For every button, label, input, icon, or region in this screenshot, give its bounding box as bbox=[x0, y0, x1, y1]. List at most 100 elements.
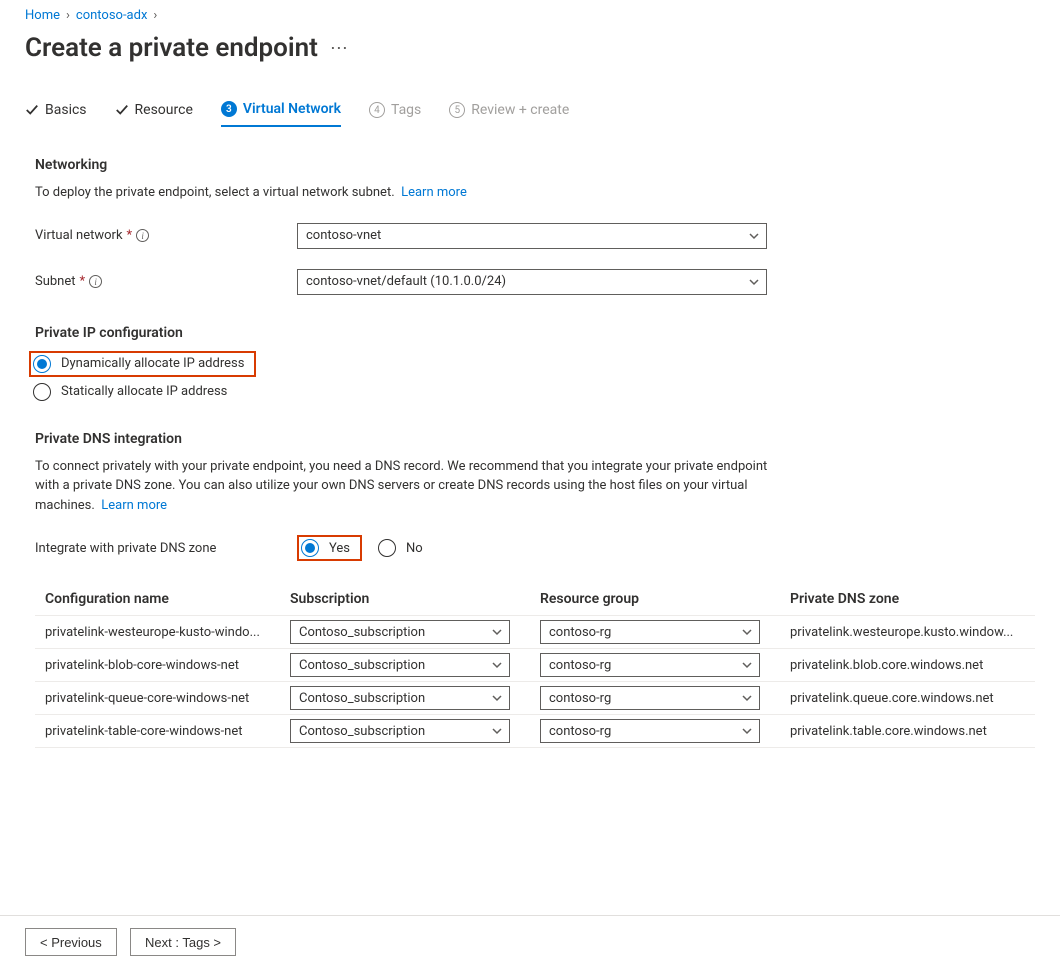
select-value: contoso-rg bbox=[549, 691, 611, 706]
section-networking: Networking To deploy the private endpoin… bbox=[25, 157, 1035, 295]
breadcrumb-cluster[interactable]: contoso-adx bbox=[76, 8, 148, 23]
label-subnet: Subnet * i bbox=[35, 274, 297, 289]
highlight-box: Yes bbox=[297, 535, 362, 561]
chevron-right-icon: › bbox=[66, 8, 70, 23]
required-indicator: * bbox=[80, 274, 86, 289]
cell-config-name: privatelink-queue-core-windows-net bbox=[35, 682, 280, 715]
tab-review-create[interactable]: 5 Review + create bbox=[449, 102, 569, 126]
step-number-icon: 5 bbox=[449, 102, 465, 118]
tab-label: Tags bbox=[391, 102, 421, 118]
label-virtual-network: Virtual network * i bbox=[35, 228, 297, 243]
radio-dynamic-ip[interactable]: Dynamically allocate IP address bbox=[33, 355, 244, 373]
chevron-down-icon bbox=[491, 725, 503, 737]
section-heading: Private DNS integration bbox=[35, 431, 1035, 447]
label-integrate-dns: Integrate with private DNS zone bbox=[35, 541, 297, 556]
select-value: contoso-vnet bbox=[306, 228, 381, 243]
chevron-right-icon: › bbox=[153, 8, 157, 23]
check-icon bbox=[115, 103, 129, 117]
cell-private-dns-zone: privatelink.westeurope.kusto.window... bbox=[780, 616, 1035, 649]
chevron-down-icon bbox=[741, 692, 753, 704]
page-title: Create a private endpoint bbox=[25, 33, 318, 63]
info-icon[interactable]: i bbox=[136, 229, 149, 242]
select-value: contoso-vnet/default (10.1.0.0/24) bbox=[306, 274, 506, 289]
table-row: privatelink-blob-core-windows-net Contoso… bbox=[35, 649, 1035, 682]
step-number-icon: 4 bbox=[369, 102, 385, 118]
label-text: Virtual network bbox=[35, 228, 123, 243]
chevron-down-icon bbox=[491, 626, 503, 638]
breadcrumb-home[interactable]: Home bbox=[25, 8, 60, 23]
cell-config-name: privatelink-blob-core-windows-net bbox=[35, 649, 280, 682]
select-subnet[interactable]: contoso-vnet/default (10.1.0.0/24) bbox=[297, 269, 767, 295]
select-resource-group[interactable]: contoso-rg bbox=[540, 686, 760, 710]
info-icon[interactable]: i bbox=[89, 275, 102, 288]
table-row: privatelink-queue-core-windows-net Contos… bbox=[35, 682, 1035, 715]
select-subscription[interactable]: Contoso_subscription bbox=[290, 620, 510, 644]
select-value: Contoso_subscription bbox=[299, 658, 425, 673]
radio-static-ip[interactable]: Statically allocate IP address bbox=[33, 383, 1035, 401]
wizard-tabs: Basics Resource 3 Virtual Network 4 Tags… bbox=[25, 101, 1035, 127]
tab-label: Basics bbox=[45, 102, 87, 118]
more-icon[interactable]: ⋯ bbox=[330, 38, 350, 59]
select-value: contoso-rg bbox=[549, 658, 611, 673]
cell-private-dns-zone: privatelink.blob.core.windows.net bbox=[780, 649, 1035, 682]
select-resource-group[interactable]: contoso-rg bbox=[540, 653, 760, 677]
select-subscription[interactable]: Contoso_subscription bbox=[290, 719, 510, 743]
chevron-down-icon bbox=[748, 276, 760, 288]
radio-integrate-yes[interactable]: Yes bbox=[301, 539, 350, 557]
tab-resource[interactable]: Resource bbox=[115, 102, 193, 126]
select-value: Contoso_subscription bbox=[299, 724, 425, 739]
chevron-down-icon bbox=[748, 230, 760, 242]
previous-button[interactable]: < Previous bbox=[25, 928, 117, 956]
cell-config-name: privatelink-table-core-windows-net bbox=[35, 715, 280, 748]
learn-more-link[interactable]: Learn more bbox=[101, 498, 167, 513]
step-number-icon: 3 bbox=[221, 101, 237, 117]
section-heading: Private IP configuration bbox=[35, 325, 1035, 341]
cell-private-dns-zone: privatelink.table.core.windows.net bbox=[780, 715, 1035, 748]
breadcrumb: Home › contoso-adx › bbox=[25, 8, 1035, 23]
label-text: Integrate with private DNS zone bbox=[35, 541, 216, 556]
tab-label: Resource bbox=[135, 102, 193, 118]
required-indicator: * bbox=[127, 228, 133, 243]
check-icon bbox=[25, 103, 39, 117]
col-resource-group: Resource group bbox=[530, 583, 780, 616]
dns-config-table: Configuration name Subscription Resource… bbox=[35, 583, 1035, 748]
radio-icon bbox=[378, 539, 396, 557]
table-row: privatelink-westeurope-kusto-windo... Con… bbox=[35, 616, 1035, 649]
cell-private-dns-zone: privatelink.queue.core.windows.net bbox=[780, 682, 1035, 715]
select-value: contoso-rg bbox=[549, 625, 611, 640]
learn-more-link[interactable]: Learn more bbox=[401, 185, 467, 200]
tab-label: Virtual Network bbox=[243, 101, 341, 117]
section-desc: To connect privately with your private e… bbox=[35, 457, 775, 516]
col-private-dns-zone: Private DNS zone bbox=[780, 583, 1035, 616]
cell-config-name: privatelink-westeurope-kusto-windo... bbox=[35, 616, 280, 649]
radio-label: Yes bbox=[329, 541, 350, 556]
select-resource-group[interactable]: contoso-rg bbox=[540, 620, 760, 644]
tab-basics[interactable]: Basics bbox=[25, 102, 87, 126]
section-desc: To deploy the private endpoint, select a… bbox=[35, 183, 775, 203]
table-row: privatelink-table-core-windows-net Contos… bbox=[35, 715, 1035, 748]
radio-label: No bbox=[406, 541, 423, 556]
next-button[interactable]: Next : Tags > bbox=[130, 928, 236, 956]
chevron-down-icon bbox=[491, 692, 503, 704]
select-resource-group[interactable]: contoso-rg bbox=[540, 719, 760, 743]
select-virtual-network[interactable]: contoso-vnet bbox=[297, 223, 767, 249]
desc-text: To deploy the private endpoint, select a… bbox=[35, 185, 395, 200]
select-value: Contoso_subscription bbox=[299, 691, 425, 706]
tab-virtual-network[interactable]: 3 Virtual Network bbox=[221, 101, 341, 127]
radio-integrate-no[interactable]: No bbox=[378, 539, 423, 557]
tab-label: Review + create bbox=[471, 102, 569, 118]
select-subscription[interactable]: Contoso_subscription bbox=[290, 686, 510, 710]
section-private-dns: Private DNS integration To connect priva… bbox=[25, 431, 1035, 749]
radio-label: Dynamically allocate IP address bbox=[61, 356, 244, 371]
radio-icon bbox=[301, 539, 319, 557]
chevron-down-icon bbox=[741, 659, 753, 671]
tab-tags[interactable]: 4 Tags bbox=[369, 102, 421, 126]
chevron-down-icon bbox=[741, 725, 753, 737]
section-private-ip: Private IP configuration Dynamically all… bbox=[25, 325, 1035, 401]
radio-icon bbox=[33, 383, 51, 401]
section-heading: Networking bbox=[35, 157, 1035, 173]
label-text: Subnet bbox=[35, 274, 76, 289]
select-value: contoso-rg bbox=[549, 724, 611, 739]
select-subscription[interactable]: Contoso_subscription bbox=[290, 653, 510, 677]
chevron-down-icon bbox=[491, 659, 503, 671]
